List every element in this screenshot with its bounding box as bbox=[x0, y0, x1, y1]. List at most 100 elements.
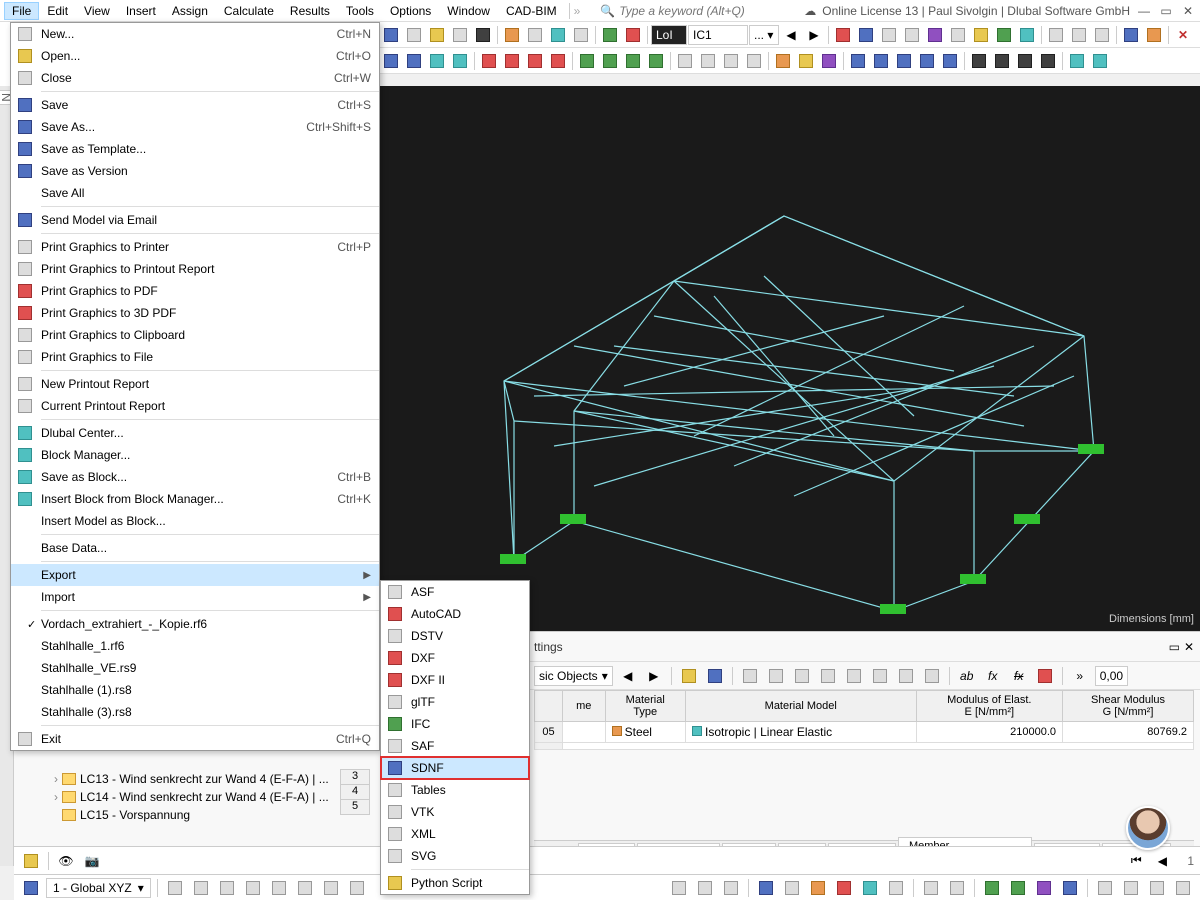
menu-item-exit[interactable]: ExitCtrl+Q bbox=[11, 728, 379, 750]
tb-icon[interactable]: » bbox=[1069, 665, 1091, 687]
tb-icon[interactable] bbox=[991, 50, 1013, 72]
export-item-dstv[interactable]: DSTV bbox=[381, 625, 529, 647]
menu-view[interactable]: View bbox=[76, 2, 118, 20]
tb-icon[interactable] bbox=[901, 24, 923, 46]
tb-icon[interactable] bbox=[1016, 24, 1038, 46]
nav-prev[interactable]: ◀ bbox=[1151, 850, 1173, 872]
tb-icon[interactable] bbox=[403, 24, 425, 46]
tb-icon[interactable] bbox=[622, 50, 644, 72]
export-item-autocad[interactable]: AutoCAD bbox=[381, 603, 529, 625]
tree-node[interactable]: ›LC15 - Vorspannung bbox=[14, 806, 334, 824]
menu-results[interactable]: Results bbox=[282, 2, 338, 20]
tb-next[interactable]: ▶ bbox=[803, 24, 825, 46]
tb-icon[interactable] bbox=[190, 877, 212, 899]
tb-icon[interactable] bbox=[916, 50, 938, 72]
menubar-search[interactable]: 🔍 bbox=[600, 4, 759, 18]
tb-icon[interactable] bbox=[921, 665, 943, 687]
tb-icon[interactable] bbox=[720, 50, 742, 72]
expand-icon[interactable]: › bbox=[54, 790, 58, 804]
tb-icon[interactable] bbox=[268, 877, 290, 899]
menu-assign[interactable]: Assign bbox=[164, 2, 216, 20]
tb-icon[interactable] bbox=[847, 50, 869, 72]
tb-icon[interactable] bbox=[791, 665, 813, 687]
tb-icon[interactable] bbox=[426, 50, 448, 72]
menu-item-print-graphics-to-printout-report[interactable]: Print Graphics to Printout Report bbox=[11, 258, 379, 280]
tb-icon[interactable] bbox=[346, 877, 368, 899]
tb-icon[interactable] bbox=[765, 665, 787, 687]
tb-icon[interactable] bbox=[674, 50, 696, 72]
search-input[interactable] bbox=[619, 4, 759, 18]
tb-icon[interactable] bbox=[216, 877, 238, 899]
tb-prev[interactable]: ◀ bbox=[617, 665, 639, 687]
tb-icon[interactable] bbox=[968, 50, 990, 72]
tb-icon[interactable] bbox=[1146, 877, 1168, 899]
tb-icon[interactable] bbox=[668, 877, 690, 899]
tb-icon[interactable] bbox=[645, 50, 667, 72]
tb-icon[interactable] bbox=[570, 24, 592, 46]
menu-item-save-as-version[interactable]: Save as Version bbox=[11, 160, 379, 182]
export-item-vtk[interactable]: VTK bbox=[381, 801, 529, 823]
tb-icon[interactable] bbox=[870, 50, 892, 72]
camera-icon[interactable]: 📷 bbox=[81, 850, 103, 872]
menu-item-block-manager[interactable]: Block Manager... bbox=[11, 444, 379, 466]
tb-icon[interactable] bbox=[869, 665, 891, 687]
table-row[interactable]: 05 Steel Isotropic | Linear Elastic 2100… bbox=[535, 722, 1194, 743]
tb-icon[interactable] bbox=[1014, 50, 1036, 72]
tb-icon[interactable] bbox=[807, 877, 829, 899]
menu-tools[interactable]: Tools bbox=[338, 2, 382, 20]
menu-item-dlubal-center[interactable]: Dlubal Center... bbox=[11, 422, 379, 444]
table-row[interactable] bbox=[535, 743, 1194, 750]
combo-ic1[interactable]: IC1 bbox=[688, 25, 748, 45]
menu-cadbim[interactable]: CAD-BIM bbox=[498, 2, 565, 20]
tree-node[interactable]: ›LC14 - Wind senkrecht zur Wand 4 (E-F-A… bbox=[14, 788, 334, 806]
export-item-svg[interactable]: SVG bbox=[381, 845, 529, 867]
tb-icon[interactable] bbox=[1120, 24, 1142, 46]
tb-icon[interactable] bbox=[380, 50, 402, 72]
menu-insert[interactable]: Insert bbox=[118, 2, 164, 20]
tb-icon[interactable] bbox=[818, 50, 840, 72]
menu-item-print-graphics-to-3d-pdf[interactable]: Print Graphics to 3D PDF bbox=[11, 302, 379, 324]
tb-icon[interactable] bbox=[1143, 24, 1165, 46]
menu-file[interactable]: File bbox=[4, 2, 39, 20]
tb-icon[interactable] bbox=[833, 877, 855, 899]
export-item-tables[interactable]: Tables bbox=[381, 779, 529, 801]
tb-icon[interactable] bbox=[878, 24, 900, 46]
col-E[interactable]: Modulus of Elast. E [N/mm²] bbox=[916, 691, 1063, 722]
menu-item-save-as-template[interactable]: Save as Template... bbox=[11, 138, 379, 160]
tb-icon[interactable] bbox=[1059, 877, 1081, 899]
tb-icon[interactable] bbox=[599, 50, 621, 72]
tb-icon[interactable] bbox=[501, 24, 523, 46]
menu-item-save-as[interactable]: Save As...Ctrl+Shift+S bbox=[11, 116, 379, 138]
tb-icon[interactable] bbox=[294, 877, 316, 899]
tb-icon[interactable] bbox=[993, 24, 1015, 46]
tb-icon[interactable] bbox=[403, 50, 425, 72]
tb-icon[interactable] bbox=[449, 50, 471, 72]
tb-icon[interactable] bbox=[895, 665, 917, 687]
tb-icon[interactable] bbox=[920, 877, 942, 899]
menu-item-base-data[interactable]: Base Data... bbox=[11, 537, 379, 559]
precision-combo[interactable]: 0,00 bbox=[1095, 666, 1128, 686]
tb-icon[interactable] bbox=[1037, 50, 1059, 72]
tb-icon[interactable] bbox=[472, 24, 494, 46]
menu-item-stahlhalle-ve-rs9[interactable]: Stahlhalle_VE.rs9 bbox=[11, 657, 379, 679]
tb-icon[interactable]: fx bbox=[1008, 665, 1030, 687]
export-item-gltf[interactable]: glTF bbox=[381, 691, 529, 713]
menu-item-vordach-extrahiert-kopie-rf6[interactable]: Vordach_extrahiert_-_Kopie.rf6 bbox=[11, 613, 379, 635]
tb-icon[interactable] bbox=[380, 24, 402, 46]
tb-icon[interactable] bbox=[885, 877, 907, 899]
tb-icon[interactable] bbox=[1094, 877, 1116, 899]
col-G[interactable]: Shear Modulus G [N/mm²] bbox=[1063, 691, 1194, 722]
tb-icon[interactable] bbox=[939, 50, 961, 72]
export-item-dxf-ii[interactable]: DXF II bbox=[381, 669, 529, 691]
expand-icon[interactable]: › bbox=[54, 772, 58, 786]
menu-item-print-graphics-to-file[interactable]: Print Graphics to File bbox=[11, 346, 379, 368]
menu-window[interactable]: Window bbox=[439, 2, 498, 20]
tb-icon[interactable] bbox=[832, 24, 854, 46]
tb-icon[interactable] bbox=[547, 50, 569, 72]
minimize-button[interactable]: — bbox=[1136, 4, 1152, 18]
menu-item-insert-model-as-block[interactable]: Insert Model as Block... bbox=[11, 510, 379, 532]
tb-cancel[interactable]: ✕ bbox=[1172, 24, 1194, 46]
tb-icon[interactable] bbox=[755, 877, 777, 899]
menu-item-stahlhalle-1-rf6[interactable]: Stahlhalle_1.rf6 bbox=[11, 635, 379, 657]
tb-icon[interactable] bbox=[795, 50, 817, 72]
